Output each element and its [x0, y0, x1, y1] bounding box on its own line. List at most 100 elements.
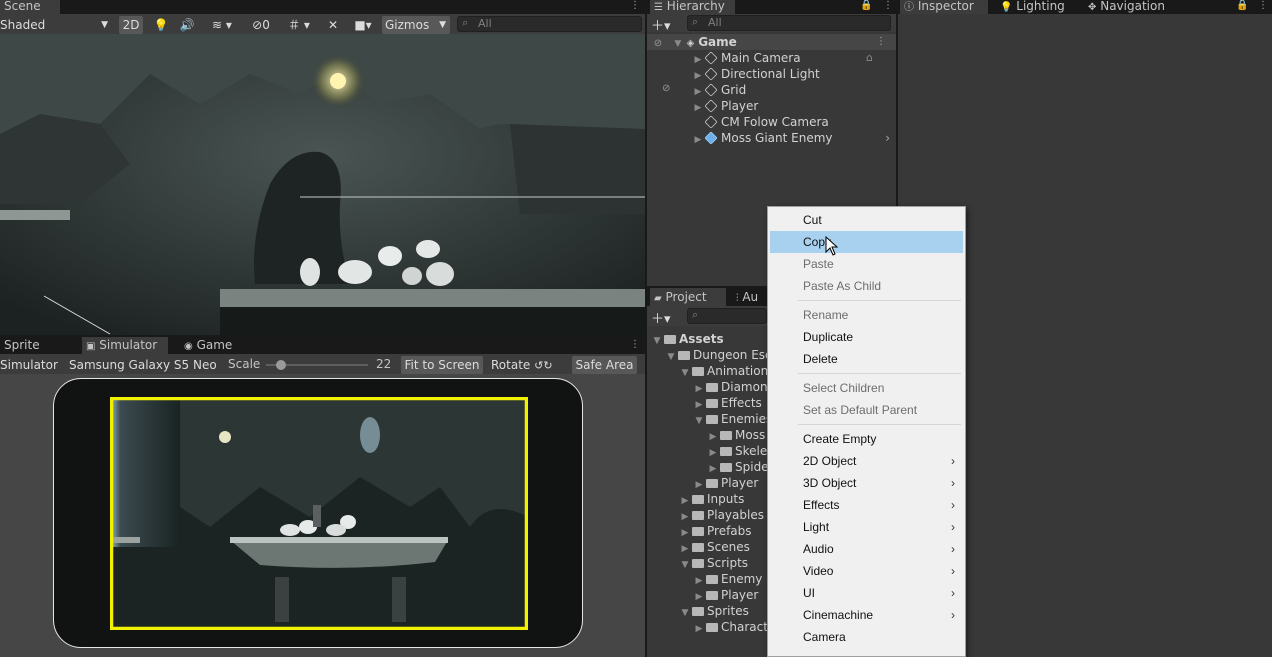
- lighting-toggle-icon[interactable]: 💡: [150, 16, 172, 34]
- menu-item-set-as-default-parent[interactable]: Set as Default Parent: [770, 399, 963, 421]
- camera-dropdown-icon[interactable]: ■▾: [348, 16, 378, 34]
- hierarchy-search-input[interactable]: ⌕ All: [687, 15, 891, 31]
- inspector-menu-icon[interactable]: ⋮: [1258, 0, 1268, 11]
- expand-arrow-icon[interactable]: ▶: [693, 132, 703, 148]
- tab-project[interactable]: ▰ Project: [650, 288, 726, 306]
- bottom-tab-menu-icon[interactable]: ⋮: [630, 339, 640, 350]
- hierarchy-menu-icon[interactable]: ⋮: [883, 0, 893, 11]
- folder-icon: [692, 527, 704, 536]
- project-folder-label: Effects: [721, 396, 762, 410]
- rotate-button[interactable]: Rotate ↺↻: [488, 356, 568, 374]
- inspector-lock-icon[interactable]: 🔒: [1236, 0, 1248, 11]
- gizmos-dropdown[interactable]: Gizmos ▼: [382, 16, 450, 34]
- tab-game[interactable]: ◉ Game: [180, 337, 240, 354]
- menu-item-duplicate[interactable]: Duplicate: [770, 326, 963, 348]
- fit-to-screen-label: Fit to Screen: [404, 358, 480, 372]
- menu-item-cinemachine[interactable]: Cinemachine ›: [770, 604, 963, 626]
- menu-item-camera[interactable]: Camera: [770, 626, 963, 648]
- menu-item-paste-as-child[interactable]: Paste As Child: [770, 275, 963, 297]
- gamepad-icon: ◉: [184, 341, 193, 352]
- menu-item-light[interactable]: Light ›: [770, 516, 963, 538]
- scale-slider-thumb[interactable]: [276, 360, 287, 370]
- expand-arrow-icon[interactable]: ▼: [694, 413, 704, 429]
- shading-label: Shaded: [0, 18, 46, 32]
- tab-lighting[interactable]: 💡 Lighting: [996, 0, 1076, 14]
- menu-item-label: 2D Object: [803, 454, 857, 468]
- scale-slider[interactable]: [266, 360, 368, 370]
- tab-sprite-editor[interactable]: Sprite Editor: [0, 337, 78, 369]
- menu-item-paste[interactable]: Paste: [770, 253, 963, 275]
- chevron-right-icon[interactable]: ›: [885, 130, 890, 146]
- toggle-2d-button[interactable]: 2D: [119, 16, 143, 34]
- menu-item-delete[interactable]: Delete: [770, 348, 963, 370]
- expand-arrow-icon[interactable]: ▼: [666, 349, 676, 365]
- folder-icon: [692, 495, 704, 504]
- menu-item-2d-object[interactable]: 2D Object ›: [770, 450, 963, 472]
- audio-toggle-icon[interactable]: 🔊: [176, 16, 198, 34]
- gameobject-cube-icon: [704, 99, 718, 113]
- shading-dropdown[interactable]: Shaded ▼: [0, 16, 112, 34]
- hierarchy-item[interactable]: ▶ Grid: [647, 82, 896, 98]
- visibility-toggle-icon[interactable]: ⊘0: [246, 16, 276, 34]
- root-menu-icon[interactable]: ⋮: [876, 34, 886, 50]
- tab-scene[interactable]: Scene: [0, 0, 60, 14]
- menu-item-ui[interactable]: UI ›: [770, 582, 963, 604]
- expand-arrow-icon[interactable]: ▼: [680, 557, 690, 573]
- menu-separator: [798, 424, 961, 425]
- hierarchy-item[interactable]: ▶ Player: [647, 98, 896, 114]
- menu-item-3d-object[interactable]: 3D Object ›: [770, 472, 963, 494]
- menu-item-label: Create Empty: [803, 432, 877, 446]
- hierarchy-item-label: Directional Light: [721, 67, 820, 81]
- expand-arrow-icon[interactable]: ▼: [652, 333, 662, 349]
- tab-scene-label: Scene: [4, 0, 41, 13]
- menu-item-video[interactable]: Video ›: [770, 560, 963, 582]
- scene-viewport[interactable]: [0, 34, 645, 335]
- hierarchy-item[interactable]: ▶ Directional Light: [647, 66, 896, 82]
- project-search-input[interactable]: ⌕: [687, 308, 767, 324]
- tab-audio-mixer[interactable]: ⫶ Au: [732, 288, 772, 306]
- simulator-mode-dropdown[interactable]: Simulator ▾: [0, 356, 62, 392]
- fit-to-screen-button[interactable]: Fit to Screen: [401, 356, 483, 374]
- menu-item-rename[interactable]: Rename: [770, 304, 963, 326]
- expand-arrow-icon[interactable]: ▶: [694, 621, 704, 637]
- tools-toggle-icon[interactable]: ✕: [322, 16, 344, 34]
- folder-icon: [664, 335, 676, 344]
- chevron-down-icon: ▼: [439, 20, 446, 30]
- visibility-off-icon[interactable]: ⊘: [662, 83, 670, 94]
- game-screen[interactable]: [110, 397, 528, 630]
- create-asset-button[interactable]: ＋▾: [651, 308, 671, 327]
- navigation-icon: ✥: [1088, 2, 1097, 13]
- hierarchy-item[interactable]: CM Folow Camera: [647, 114, 896, 130]
- list-icon: ☰: [654, 2, 663, 13]
- menu-item-copy[interactable]: Copy: [770, 231, 963, 253]
- tab-simulator[interactable]: ▣ Simulator: [82, 337, 168, 354]
- tab-navigation[interactable]: ✥ Navigation: [1084, 0, 1184, 14]
- lock-icon[interactable]: 🔒: [860, 0, 872, 11]
- chevron-right-icon: ›: [951, 476, 955, 490]
- grid-dropdown-icon[interactable]: ＃ ▾: [280, 16, 318, 34]
- scene-tab-menu-icon[interactable]: ⋮: [630, 0, 640, 12]
- context-menu: Cut Copy Paste Paste As Child Rename Duplicat…: [767, 206, 966, 657]
- scene-search-input[interactable]: ⌕ All: [457, 16, 642, 32]
- menu-item-select-children[interactable]: Select Children: [770, 377, 963, 399]
- expand-arrow-icon[interactable]: ▼: [680, 365, 690, 381]
- add-object-button[interactable]: ＋▾: [651, 15, 671, 34]
- effects-dropdown-icon[interactable]: ≋ ▾: [202, 16, 242, 34]
- device-dropdown[interactable]: Samsung Galaxy S5 Neo ▾: [66, 356, 220, 392]
- menu-item-effects[interactable]: Effects ›: [770, 494, 963, 516]
- simulator-icon: ▣: [86, 341, 96, 352]
- expand-arrow-icon[interactable]: ▼: [680, 605, 690, 621]
- menu-item-create-empty[interactable]: Create Empty: [770, 428, 963, 450]
- menu-item-cut[interactable]: Cut: [770, 209, 963, 231]
- menu-item-label: Delete: [803, 352, 838, 366]
- tab-hierarchy[interactable]: ☰ Hierarchy: [650, 0, 735, 14]
- search-icon: ⌕: [692, 308, 699, 321]
- tab-project-label: Project: [665, 290, 707, 304]
- tab-inspector[interactable]: ⓘ Inspector: [900, 0, 988, 14]
- hierarchy-item[interactable]: ▶ Moss Giant Enemy ›: [647, 130, 896, 146]
- menu-item-audio[interactable]: Audio ›: [770, 538, 963, 560]
- safe-area-button[interactable]: Safe Area: [572, 356, 637, 374]
- hierarchy-root-row[interactable]: ⊘ ▼ ◈ Game ⋮: [647, 34, 896, 50]
- project-folder-label: Charact: [721, 620, 768, 634]
- hierarchy-item[interactable]: ▶ Main Camera: [647, 50, 896, 66]
